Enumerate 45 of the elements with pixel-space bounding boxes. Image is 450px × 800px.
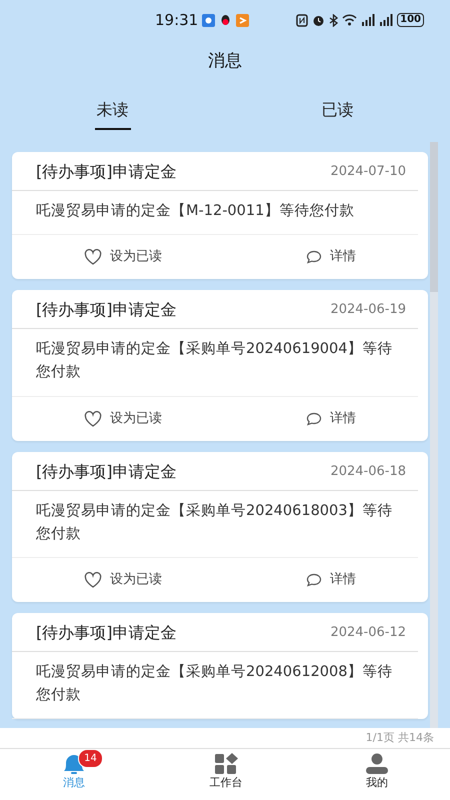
app-notification-icon xyxy=(236,14,250,26)
comment-icon xyxy=(306,412,322,426)
mark-read-button[interactable]: 设为已读 xyxy=(78,243,168,271)
unread-count-badge: 14 xyxy=(78,749,103,768)
message-text: 吒漫贸易申请的定金【采购单号20240618003】等待您付款 xyxy=(12,490,418,558)
tab[interactable]: 未读 xyxy=(94,94,130,130)
bluetooth-icon xyxy=(329,14,338,26)
page-title: 消息 xyxy=(208,50,242,74)
comment-icon xyxy=(306,250,322,264)
message-title: [待办事项]申请定金 xyxy=(36,299,176,322)
comment-icon xyxy=(306,572,322,587)
battery-level: 100 xyxy=(397,13,424,27)
mark-read-button[interactable]: 设为已读 xyxy=(78,404,168,432)
message-title: [待办事项]申请定金 xyxy=(36,161,176,183)
alarm-icon xyxy=(312,14,326,26)
signal-icon xyxy=(379,14,394,26)
message-date: 2024-07-10 xyxy=(330,163,406,182)
heart-icon xyxy=(84,249,102,266)
page-info: 1/1页 共14条 xyxy=(366,730,434,746)
message-date: 2024-06-19 xyxy=(330,301,406,320)
signal-icon xyxy=(361,14,376,26)
message-date: 2024-06-18 xyxy=(330,462,406,481)
details-button[interactable]: 详情 xyxy=(300,243,362,271)
grid-icon xyxy=(214,753,238,775)
message-text: 吒漫贸易申请的定金【采购单号20240619004】等待您付款 xyxy=(12,329,418,397)
message-title: [待办事项]申请定金 xyxy=(36,622,176,644)
nav-tab[interactable]: 我的 xyxy=(354,749,399,800)
person-icon xyxy=(364,753,389,775)
nav-tab[interactable]: 工作台 xyxy=(199,749,252,800)
heart-icon xyxy=(84,410,102,427)
mark-read-button[interactable]: 设为已读 xyxy=(78,566,168,594)
details-button[interactable]: 详情 xyxy=(300,566,362,594)
message-text: 吒漫贸易申请的定金【采购单号20240612008】等待您付款 xyxy=(12,652,418,720)
tab[interactable]: 已读 xyxy=(320,94,356,130)
heart-icon xyxy=(84,572,102,588)
app-notification-icon xyxy=(202,14,216,26)
nfc-icon xyxy=(296,14,308,26)
details-button[interactable]: 详情 xyxy=(300,404,362,432)
message-title: [待办事项]申请定金 xyxy=(36,460,176,483)
message-text: 吒漫贸易申请的定金【M-12-0011】等待您付款 xyxy=(12,191,418,236)
app-notification-icon xyxy=(219,14,232,26)
scrollbar[interactable] xyxy=(430,142,438,728)
wifi-icon xyxy=(342,14,358,26)
status-time: 19:31 xyxy=(155,10,198,31)
message-date: 2024-06-12 xyxy=(330,624,406,642)
